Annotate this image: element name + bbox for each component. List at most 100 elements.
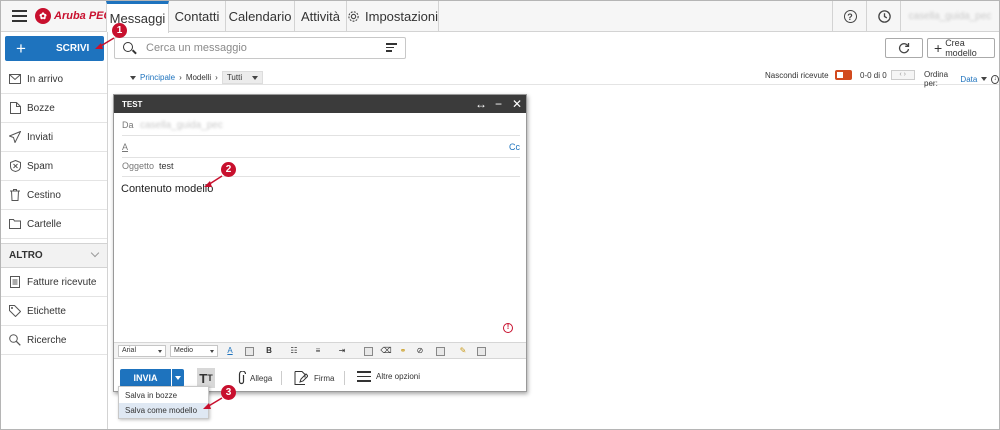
more-options-button[interactable]: Altre opzioni: [357, 371, 420, 382]
subject-value[interactable]: test: [159, 161, 174, 171]
breadcrumb-separator: ›: [215, 73, 218, 82]
send-label: INVIA: [133, 373, 158, 383]
sidebar-item-label: Bozze: [27, 102, 55, 114]
menu-item-save-template[interactable]: Salva come modello: [119, 403, 208, 418]
from-value[interactable]: casella_guida_pec: [140, 120, 223, 131]
attach-label: Allega: [250, 373, 273, 383]
callout-badge-1: 1: [112, 23, 127, 38]
sidebar-item-fatture[interactable]: Fatture ricevute: [1, 268, 107, 297]
sidebar-item-label: Spam: [27, 160, 54, 172]
sort-control: Ordina per: Data ↓: [924, 70, 999, 88]
sort-label: Ordina per:: [924, 70, 949, 88]
search-icon: [9, 334, 21, 346]
pagination: 0-0 di 0 ‹ ›: [860, 70, 915, 80]
from-label: Da: [122, 120, 134, 130]
tab-contatti[interactable]: Contatti: [169, 1, 226, 32]
menu-item-save-draft[interactable]: Salva in bozze: [119, 388, 208, 403]
sidebar-item-ricerche[interactable]: Ricerche: [1, 326, 107, 355]
section-title: ALTRO: [9, 250, 43, 261]
source-icon[interactable]: [477, 347, 486, 356]
pager-buttons[interactable]: ‹ ›: [890, 70, 915, 80]
more-options-label: Altre opzioni: [376, 371, 421, 381]
insert-image-icon[interactable]: [364, 347, 373, 356]
tab-label: Contatti: [174, 9, 220, 24]
filter-icon[interactable]: [386, 43, 397, 53]
history-button[interactable]: [866, 1, 901, 32]
text-format-small: T: [207, 373, 213, 383]
tab-attivita[interactable]: Attività: [295, 1, 347, 32]
tab-impostazioni[interactable]: Impostazioni: [347, 1, 439, 32]
to-label[interactable]: A: [122, 142, 128, 152]
sidebar-section-altro[interactable]: ALTRO: [1, 243, 107, 268]
link-icon[interactable]: ⚭: [397, 345, 409, 357]
sidebar-item-inviati[interactable]: Inviati: [1, 123, 107, 152]
cc-link[interactable]: Cc: [509, 142, 520, 152]
sidebar-item-in-arrivo[interactable]: In arrivo: [1, 65, 107, 94]
inbox-icon: [9, 73, 21, 85]
font-family-value: Arial: [122, 347, 137, 354]
indent-icon[interactable]: ⇥: [336, 345, 348, 357]
unlink-icon[interactable]: ⊘: [414, 345, 426, 357]
font-size-select[interactable]: Medio: [170, 345, 218, 357]
hide-read-label: Nascondi ricevute: [765, 70, 829, 80]
formatting-toolbar: Arial Medio A B ☷ ≡ ⇥ ⌫ ⚭ ⊘ ✎: [114, 342, 526, 359]
highlight-icon[interactable]: [245, 347, 254, 356]
refresh-icon: [898, 43, 910, 54]
hamburger-icon[interactable]: [12, 10, 27, 22]
text-color-icon[interactable]: A: [224, 345, 236, 357]
hide-read-toggle[interactable]: [834, 70, 852, 80]
subject-field[interactable]: Oggetto test: [122, 155, 520, 177]
minimize-icon[interactable]: −: [495, 97, 502, 111]
logo: ✿ Aruba PEC: [35, 8, 111, 24]
tab-calendario[interactable]: Calendario: [226, 1, 295, 32]
message-body[interactable]: Contenuto modello: [121, 183, 213, 195]
caret-down-icon[interactable]: [130, 75, 136, 80]
sidebar-item-label: Cestino: [27, 189, 61, 201]
breadcrumb-root[interactable]: Principale: [140, 73, 175, 82]
sidebar-item-label: Cartelle: [27, 218, 62, 230]
logo-mark: ✿: [35, 8, 51, 24]
sidebar-item-label: Fatture ricevute: [27, 276, 97, 288]
sidebar-item-cartelle[interactable]: Cartelle: [1, 210, 107, 239]
divider: [281, 371, 282, 385]
close-icon[interactable]: ✕: [512, 97, 522, 111]
filter-bar: Principale › Modelli › Tutti Nascondi ri…: [108, 67, 999, 88]
compose-button[interactable]: + SCRIVI: [5, 36, 104, 61]
send-options-button[interactable]: [172, 369, 184, 387]
expand-icon[interactable]: ↔: [475, 97, 487, 111]
bold-icon[interactable]: B: [263, 345, 275, 357]
send-button[interactable]: INVIA: [120, 369, 171, 387]
signature-icon: [294, 371, 308, 385]
user-menu[interactable]: casella_guida_pec: [900, 1, 999, 32]
subject-label: Oggetto: [122, 161, 155, 171]
new-template-button[interactable]: + Crea modello: [927, 38, 995, 58]
sidebar-item-bozze[interactable]: Bozze: [1, 94, 107, 123]
search-input[interactable]: Cerca un messaggio: [114, 37, 406, 59]
warning-icon: !: [503, 323, 513, 333]
sort-value[interactable]: Data: [960, 75, 977, 84]
filter-select[interactable]: Tutti: [221, 71, 264, 84]
signature-button[interactable]: Firma: [294, 371, 334, 385]
sort-direction-icon[interactable]: ↓: [991, 74, 999, 84]
trash-icon: [9, 189, 21, 201]
text-format-button[interactable]: TT: [197, 368, 215, 388]
eraser-icon[interactable]: ⌫: [380, 345, 392, 357]
table-icon[interactable]: [436, 347, 445, 356]
attach-button[interactable]: Allega: [237, 371, 272, 385]
list-icon[interactable]: ☷: [288, 345, 300, 357]
sidebar-item-etichette[interactable]: Etichette: [1, 297, 107, 326]
callout-badge-2: 2: [221, 162, 236, 177]
send-options-menu: Salva in bozze Salva come modello: [118, 386, 209, 419]
compose-header: TEST ↔ − ✕: [114, 95, 526, 113]
help-button[interactable]: ?: [832, 1, 867, 32]
caret-down-icon: [175, 376, 181, 380]
question-icon: ?: [843, 10, 857, 23]
align-icon[interactable]: ≡: [312, 345, 324, 357]
sidebar-item-spam[interactable]: Spam: [1, 152, 107, 181]
refresh-button[interactable]: [885, 38, 923, 58]
sidebar-item-cestino[interactable]: Cestino: [1, 181, 107, 210]
pen-icon[interactable]: ✎: [457, 345, 469, 357]
font-family-select[interactable]: Arial: [118, 345, 166, 357]
sidebar-item-label: Ricerche: [27, 334, 67, 346]
caret-down-icon[interactable]: [981, 77, 988, 81]
